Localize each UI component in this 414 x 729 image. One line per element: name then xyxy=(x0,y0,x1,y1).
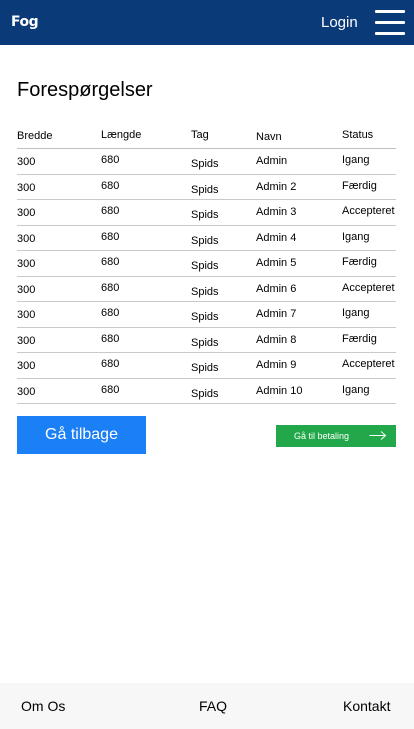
cell-bredde: 300 xyxy=(17,156,36,168)
cell-tag: Spids xyxy=(191,285,219,298)
top-navbar: Fog Login xyxy=(0,0,414,45)
cell-bredde: 300 xyxy=(17,283,36,296)
cell-laengde: 680 xyxy=(101,332,120,345)
table-header: Bredde Længde Tag Navn Status xyxy=(17,124,396,149)
cell-laengde: 680 xyxy=(101,154,120,166)
table-row[interactable]: 300 680 Spids Admin 6 Accepteret xyxy=(17,277,396,302)
cell-navn: Admin 3 xyxy=(256,206,297,218)
cell-tag: Spids xyxy=(191,387,219,400)
table-row[interactable]: 300 680 Spids Admin 2 Færdig xyxy=(17,175,396,200)
cell-tag: Spids xyxy=(191,311,219,323)
column-header-tag: Tag xyxy=(191,129,209,141)
cell-laengde: 680 xyxy=(101,307,120,319)
cell-status: Igang xyxy=(342,230,370,243)
table-row[interactable]: 300 680 Spids Admin 9 Accepteret xyxy=(17,353,396,379)
cell-navn: Admin 8 xyxy=(256,333,297,346)
cell-tag: Spids xyxy=(191,260,219,272)
cell-bredde: 300 xyxy=(17,232,36,245)
cell-tag: Spids xyxy=(191,158,219,170)
table-row[interactable]: 300 680 Spids Admin 10 Igang xyxy=(17,379,396,404)
column-header-bredde: Bredde xyxy=(17,130,53,142)
cell-status: Igang xyxy=(342,383,370,396)
cell-bredde: 300 xyxy=(17,334,36,347)
cell-navn: Admin 6 xyxy=(256,282,297,295)
cell-status: Igang xyxy=(342,307,370,319)
cell-tag: Spids xyxy=(191,362,219,374)
table-row[interactable]: 300 680 Spids Admin 3 Accepteret xyxy=(17,200,396,226)
menu-bar-line xyxy=(375,21,405,24)
cell-laengde: 680 xyxy=(101,205,120,217)
column-header-navn: Navn xyxy=(256,131,282,143)
cell-status: Igang xyxy=(342,154,370,166)
column-header-laengde: Længde xyxy=(101,129,142,141)
cell-tag: Spids xyxy=(191,183,219,196)
table-row[interactable]: 300 680 Spids Admin 7 Igang xyxy=(17,302,396,328)
cell-navn: Admin 9 xyxy=(256,359,297,371)
cell-tag: Spids xyxy=(191,234,219,247)
cell-navn: Admin 10 xyxy=(256,384,303,397)
cell-laengde: 680 xyxy=(101,383,120,396)
arrow-right-icon xyxy=(369,431,387,440)
cell-navn: Admin xyxy=(256,155,288,167)
table-row[interactable]: 300 680 Spids Admin 8 Færdig xyxy=(17,328,396,353)
page-title: Forespørgelser xyxy=(17,79,153,101)
menu-bar-line xyxy=(375,10,405,13)
cell-bredde: 300 xyxy=(17,309,36,321)
cell-status: Accepteret xyxy=(342,358,395,370)
cell-laengde: 680 xyxy=(101,230,120,243)
cell-tag: Spids xyxy=(191,209,219,221)
column-header-status: Status xyxy=(342,129,374,141)
footer: Om Os FAQ Kontakt xyxy=(0,683,414,729)
cell-status: Accepteret xyxy=(342,205,395,217)
cell-bredde: 300 xyxy=(17,360,36,372)
go-to-payment-button[interactable]: Gå til betaling xyxy=(276,425,396,447)
cell-navn: Admin 4 xyxy=(256,231,297,244)
cell-bredde: 300 xyxy=(17,258,36,270)
menu-bar-line xyxy=(375,32,405,35)
cell-status: Færdig xyxy=(342,332,377,345)
table-row[interactable]: 300 680 Spids Admin Igang xyxy=(17,149,396,175)
go-to-payment-label: Gå til betaling xyxy=(294,431,350,441)
cell-status: Færdig xyxy=(342,179,377,192)
footer-link-faq[interactable]: FAQ xyxy=(199,698,227,715)
cell-bredde: 300 xyxy=(17,207,36,219)
requests-table: Bredde Længde Tag Navn Status 300 680 Sp… xyxy=(17,124,396,404)
cell-laengde: 680 xyxy=(101,358,120,370)
table-row[interactable]: 300 680 Spids Admin 4 Igang xyxy=(17,226,396,251)
cell-bredde: 300 xyxy=(17,181,36,194)
cell-tag: Spids xyxy=(191,336,219,349)
footer-link-kontakt[interactable]: Kontakt xyxy=(343,698,390,715)
cell-navn: Admin 5 xyxy=(256,257,297,269)
fog-logo[interactable]: Fog xyxy=(11,11,39,33)
cell-laengde: 680 xyxy=(101,179,120,192)
login-link[interactable]: Login xyxy=(321,14,358,32)
cell-navn: Admin 7 xyxy=(256,308,297,320)
footer-link-om-os[interactable]: Om Os xyxy=(21,698,65,715)
table-row[interactable]: 300 680 Spids Admin 5 Færdig xyxy=(17,251,396,277)
cell-status: Accepteret xyxy=(342,281,395,294)
hamburger-menu-icon[interactable] xyxy=(375,10,405,36)
cell-status: Færdig xyxy=(342,256,377,268)
cell-bredde: 300 xyxy=(17,385,36,398)
cell-laengde: 680 xyxy=(101,256,120,268)
back-button[interactable]: Gå tilbage xyxy=(17,416,146,454)
cell-laengde: 680 xyxy=(101,281,120,294)
cell-navn: Admin 2 xyxy=(256,180,297,193)
